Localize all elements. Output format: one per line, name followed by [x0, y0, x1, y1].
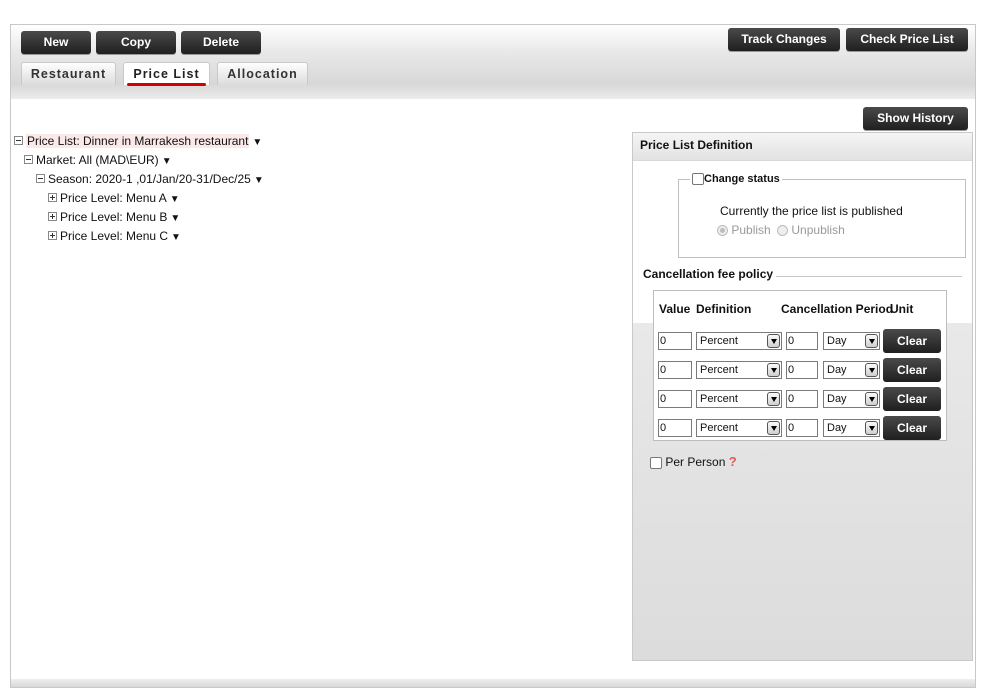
unpublish-label: Unpublish	[791, 223, 845, 237]
copy-button[interactable]: Copy	[96, 31, 176, 54]
tree-node-price-level[interactable]: Price Level: Menu C ▼	[48, 227, 181, 245]
unit-select[interactable]: Day	[823, 390, 880, 408]
value-input[interactable]: 0	[658, 390, 692, 408]
tab-restaurant[interactable]: Restaurant	[21, 62, 116, 85]
clear-button[interactable]: Clear	[883, 358, 941, 382]
cancellation-fee-title: Cancellation fee policy	[643, 267, 774, 281]
period-input[interactable]: 0	[786, 390, 818, 408]
dropdown-triangle-icon[interactable]: ▼	[252, 137, 262, 148]
header-value: Value	[659, 302, 691, 316]
unit-value: Day	[827, 422, 847, 434]
check-price-list-button[interactable]: Check Price List	[846, 28, 968, 51]
unit-value: Day	[827, 364, 847, 376]
definition-select[interactable]: Percent	[696, 332, 782, 350]
collapse-icon[interactable]	[36, 174, 45, 184]
clear-button[interactable]: Clear	[883, 416, 941, 440]
chevron-down-icon[interactable]	[865, 363, 878, 377]
expand-icon[interactable]	[48, 231, 57, 241]
header-unit: Unit	[890, 302, 914, 316]
clear-button[interactable]: Clear	[883, 329, 941, 353]
active-tab-indicator	[127, 83, 206, 86]
tree-node-root[interactable]: Price List: Dinner in Marrakesh restaura…	[14, 132, 262, 150]
header-cancellation-period: Cancellation Period	[781, 302, 894, 316]
definition-select[interactable]: Percent	[696, 361, 782, 379]
chevron-down-icon[interactable]	[767, 363, 780, 377]
unit-value: Day	[827, 393, 847, 405]
chevron-down-icon[interactable]	[865, 392, 878, 406]
per-person-option[interactable]: Per Person ?	[650, 454, 737, 469]
period-input[interactable]: 0	[786, 361, 818, 379]
dropdown-triangle-icon[interactable]: ▼	[162, 156, 172, 167]
definition-value: Percent	[700, 422, 738, 434]
tree-node-label[interactable]: Season: 2020-1 ,01/Jan/20-31/Dec/25	[48, 172, 251, 186]
expand-icon[interactable]	[48, 193, 57, 203]
unit-select[interactable]: Day	[823, 419, 880, 437]
period-input[interactable]: 0	[786, 332, 818, 350]
definition-select[interactable]: Percent	[696, 390, 782, 408]
value-input[interactable]: 0	[658, 332, 692, 350]
unpublish-radio[interactable]	[777, 225, 789, 237]
definition-value: Percent	[700, 335, 738, 347]
tab-label: Allocation	[227, 67, 298, 81]
track-changes-button[interactable]: Track Changes	[728, 28, 840, 51]
value-input[interactable]: 0	[658, 419, 692, 437]
expand-icon[interactable]	[48, 212, 57, 222]
divider	[776, 276, 962, 277]
tree-node-label[interactable]: Market: All (MAD\EUR)	[36, 153, 159, 167]
dropdown-triangle-icon[interactable]: ▼	[170, 194, 180, 205]
chevron-down-icon[interactable]	[865, 421, 878, 435]
help-icon[interactable]: ?	[729, 454, 737, 469]
footer-strip	[11, 679, 975, 687]
value-input[interactable]: 0	[658, 361, 692, 379]
tab-label: Restaurant	[30, 67, 107, 81]
status-message: Currently the price list is published	[720, 204, 903, 218]
delete-button[interactable]: Delete	[181, 31, 261, 54]
price-list-definition-panel: Price List Definition Change status Curr…	[632, 132, 973, 661]
new-button[interactable]: New	[21, 31, 91, 54]
grid-header: Value Definition Cancellation Period Uni…	[654, 291, 946, 318]
tree-node-price-level[interactable]: Price Level: Menu A ▼	[48, 189, 180, 207]
change-status-fieldset	[678, 179, 966, 258]
tree-node-market[interactable]: Market: All (MAD\EUR) ▼	[24, 151, 172, 169]
tab-allocation[interactable]: Allocation	[217, 62, 308, 85]
panel-title: Price List Definition	[633, 133, 972, 161]
tab-label: Price List	[133, 67, 200, 81]
chevron-down-icon[interactable]	[767, 392, 780, 406]
chevron-down-icon[interactable]	[767, 421, 780, 435]
tree-node-label[interactable]: Price Level: Menu B	[60, 210, 167, 224]
app-frame: New Copy Delete Track Changes Check Pric…	[10, 24, 976, 688]
tree-node-label[interactable]: Price Level: Menu A	[60, 191, 167, 205]
dropdown-triangle-icon[interactable]: ▼	[170, 213, 180, 224]
tree-node-season[interactable]: Season: 2020-1 ,01/Jan/20-31/Dec/25 ▼	[36, 170, 264, 188]
tab-price-list[interactable]: Price List	[123, 62, 210, 86]
change-status-legend[interactable]: Change status	[690, 173, 782, 186]
cancellation-fee-grid: Value Definition Cancellation Period Uni…	[653, 290, 947, 441]
clear-button[interactable]: Clear	[883, 387, 941, 411]
publish-radio[interactable]	[717, 225, 728, 237]
change-status-checkbox[interactable]	[692, 173, 704, 186]
unit-value: Day	[827, 335, 847, 347]
collapse-icon[interactable]	[24, 155, 33, 165]
dropdown-triangle-icon[interactable]: ▼	[171, 232, 181, 243]
change-status-label: Change status	[704, 173, 780, 185]
header-definition: Definition	[696, 302, 752, 316]
tree-node-label[interactable]: Price List: Dinner in Marrakesh restaura…	[26, 134, 250, 148]
definition-select[interactable]: Percent	[696, 419, 782, 437]
definition-value: Percent	[700, 364, 738, 376]
dropdown-triangle-icon[interactable]: ▼	[254, 175, 264, 186]
period-input[interactable]: 0	[786, 419, 818, 437]
show-history-button[interactable]: Show History	[863, 107, 968, 130]
per-person-checkbox[interactable]	[650, 456, 662, 469]
chevron-down-icon[interactable]	[767, 334, 780, 348]
tree-node-price-level[interactable]: Price Level: Menu B ▼	[48, 208, 180, 226]
tree-node-label[interactable]: Price Level: Menu C	[60, 229, 168, 243]
unit-select[interactable]: Day	[823, 332, 880, 350]
per-person-label: Per Person	[665, 455, 726, 469]
publish-label: Publish	[731, 223, 771, 237]
definition-value: Percent	[700, 393, 738, 405]
chevron-down-icon[interactable]	[865, 334, 878, 348]
unit-select[interactable]: Day	[823, 361, 880, 379]
collapse-icon[interactable]	[14, 136, 23, 146]
publish-radio-group: Publish Unpublish	[717, 223, 845, 237]
